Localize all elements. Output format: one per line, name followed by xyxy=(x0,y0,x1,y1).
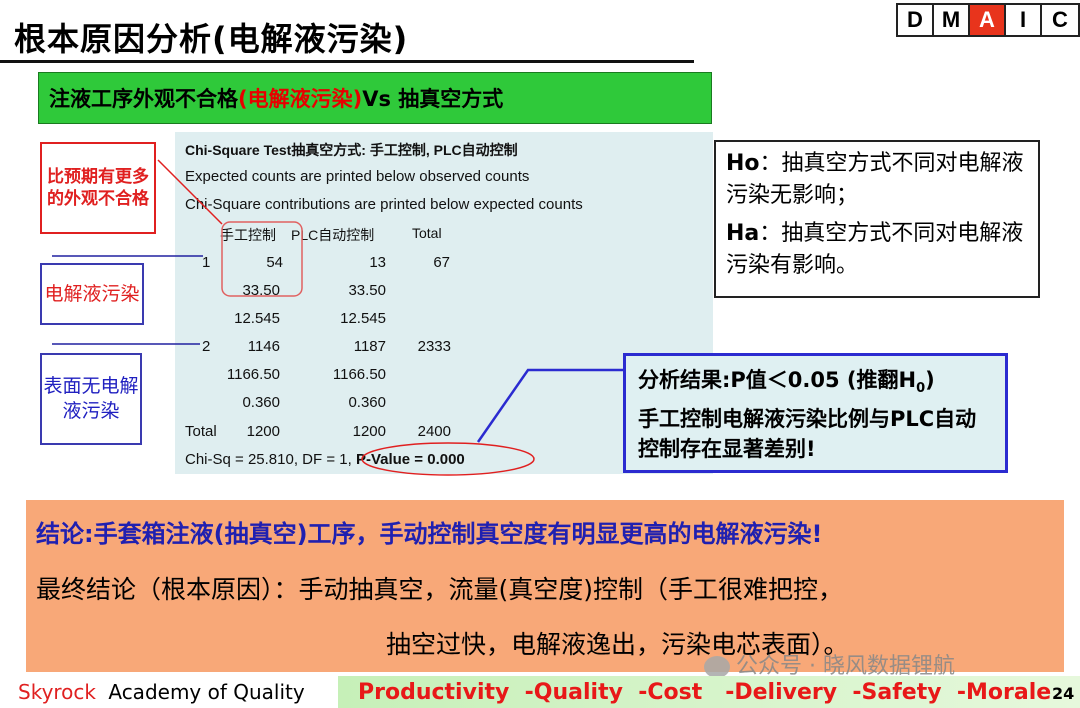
row1-obs-manual: 54 xyxy=(266,254,283,271)
row2-exp-plc: 1166.50 xyxy=(332,366,386,383)
minitab-line-expected: Expected counts are printed below observ… xyxy=(185,168,530,185)
dmaic-i: I xyxy=(1006,5,1042,35)
more-defects-note: 比预期有更多的外观不合格 xyxy=(40,142,156,234)
ho-label: Ho xyxy=(726,151,760,176)
total-manual: 1200 xyxy=(246,423,280,440)
footer-slogan: Productivity -Quality -Cost -Delivery -S… xyxy=(358,679,1052,705)
footer-brand: Skyrock Academy of Quality xyxy=(18,680,305,704)
wechat-icon xyxy=(704,656,730,678)
label-electrolyte-contaminated: 电解液污染 xyxy=(40,263,144,325)
dmaic-d: D xyxy=(898,5,934,35)
title-divider xyxy=(0,60,694,63)
row2-label: 2 xyxy=(202,338,211,355)
total-plc: 1200 xyxy=(352,423,386,440)
row1-chi-plc: 12.545 xyxy=(340,310,386,327)
page-number: 24 xyxy=(1052,684,1075,703)
row2-chi-manual: 0.360 xyxy=(242,394,280,411)
total-label: Total xyxy=(185,423,217,440)
page-title: 根本原因分析(电解液污染) xyxy=(14,20,409,58)
chi-summary: Chi-Sq = 25.810, DF = 1, P-Value = 0.000 xyxy=(185,451,465,468)
dmaic-a-active: A xyxy=(970,5,1006,35)
label-surface-clean: 表面无电解液污染 xyxy=(40,353,142,445)
footer-slogan-bar: Productivity -Quality -Cost -Delivery -S… xyxy=(338,676,1080,708)
p-value: P-Value = 0.000 xyxy=(355,451,465,468)
ho-statement: Ho：抽真空方式不同对电解液污染无影响； xyxy=(726,148,1028,212)
total-all: 2400 xyxy=(417,423,451,440)
row1-exp-plc: 33.50 xyxy=(348,282,386,299)
conclusion-line2: 最终结论（根本原因）：手动抽真空，流量(真空度)控制（手工很难把控， xyxy=(36,575,844,604)
row2-exp-manual: 1166.50 xyxy=(226,366,280,383)
ha-text: ：抽真空方式不同对电解液污染有影响。 xyxy=(726,220,1024,278)
row1-obs-plc: 13 xyxy=(369,254,386,271)
result-line1-text: 分析结果:P值＜0.05 (推翻H xyxy=(638,368,917,392)
ho-text: ：抽真空方式不同对电解液污染无影响； xyxy=(726,151,1024,208)
result-line1: 分析结果:P值＜0.05 (推翻H0) xyxy=(638,364,993,399)
result-h-subscript: 0 xyxy=(916,381,926,397)
row1-exp-manual: 33.50 xyxy=(242,282,280,299)
row1-obs-total: 67 xyxy=(433,254,450,271)
chi-summary-prefix: Chi-Sq = 25.810, DF = 1, xyxy=(185,451,356,468)
analysis-result-box: 分析结果:P值＜0.05 (推翻H0) 手工控制电解液污染比例与PLC自动控制存… xyxy=(623,353,1008,473)
dmaic-indicator: D M A I C xyxy=(896,3,1080,37)
minitab-line-contrib: Chi-Square contributions are printed bel… xyxy=(185,196,583,213)
dmaic-m: M xyxy=(934,5,970,35)
conclusion-line1: 结论:手套箱注液(抽真空)工序，手动控制真空度有明显更高的电解液污染! xyxy=(36,520,823,548)
col-header-total: Total xyxy=(412,225,442,241)
subtitle-prefix: 注液工序外观不合格 xyxy=(49,87,238,111)
col-header-plc: PLC自动控制 xyxy=(291,227,375,243)
result-line1-end: ) xyxy=(925,368,935,392)
row1-chi-manual: 12.545 xyxy=(234,310,280,327)
row2-obs-plc: 1187 xyxy=(353,338,386,355)
brand-skyrock: Skyrock xyxy=(18,680,96,704)
hypothesis-box: Ho：抽真空方式不同对电解液污染无影响； Ha：抽真空方式不同对电解液污染有影响… xyxy=(714,140,1040,298)
result-line2: 手工控制电解液污染比例与PLC自动控制存在显著差别! xyxy=(638,407,977,461)
brand-academy: Academy of Quality xyxy=(108,680,305,704)
dmaic-c: C xyxy=(1052,7,1068,32)
row2-chi-plc: 0.360 xyxy=(348,394,386,411)
minitab-header: Chi-Square Test抽真空方式: 手工控制, PLC自动控制 xyxy=(185,142,518,158)
ha-statement: Ha：抽真空方式不同对电解液污染有影响。 xyxy=(726,218,1028,282)
row2-obs-manual: 1146 xyxy=(247,338,280,355)
subtitle-suffix: Vs 抽真空方式 xyxy=(362,87,504,111)
col-header-manual: 手工控制 xyxy=(220,227,276,243)
conclusion-box: 结论:手套箱注液(抽真空)工序，手动控制真空度有明显更高的电解液污染! 最终结论… xyxy=(26,500,1064,679)
subtitle-bar: 注液工序外观不合格 (电解液污染) Vs 抽真空方式 xyxy=(38,72,712,124)
row1-label: 1 xyxy=(202,254,211,271)
row2-obs-total: 2333 xyxy=(417,338,451,355)
ha-label: Ha xyxy=(726,220,760,246)
subtitle-highlight: (电解液污染) xyxy=(238,87,363,111)
